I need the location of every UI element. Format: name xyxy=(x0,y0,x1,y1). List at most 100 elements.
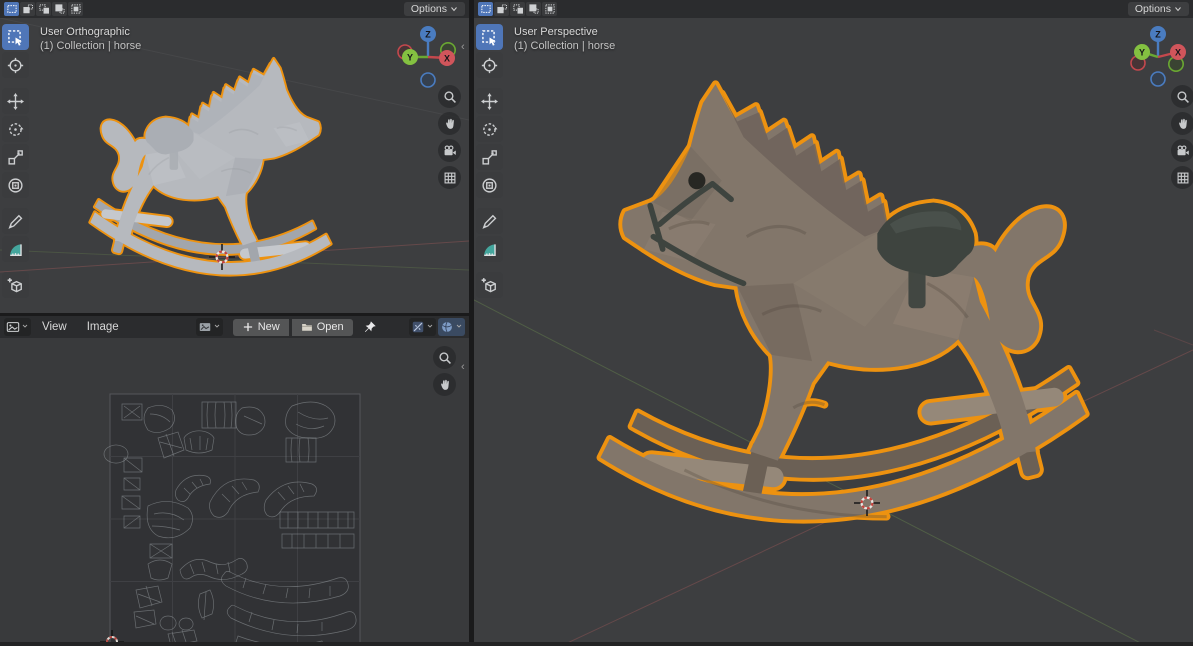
chevron-down-icon xyxy=(450,5,458,13)
pan-hand-button-hand-icon[interactable] xyxy=(438,112,461,135)
display-channels-dropdown[interactable] xyxy=(409,318,436,336)
grid-ortho-button-grid-icon[interactable] xyxy=(1171,166,1193,189)
chevron-down-icon xyxy=(426,322,434,330)
view-mode-label: User Perspective xyxy=(514,25,615,39)
chevron-down-icon xyxy=(21,322,29,330)
svg-text:X: X xyxy=(1175,48,1181,58)
image-display-sphere-icon xyxy=(440,320,454,334)
plus-icon xyxy=(242,321,254,333)
select-mode-extend-sel-extend-icon[interactable] xyxy=(494,2,509,16)
uv-layout xyxy=(0,338,469,646)
pin-icon-button[interactable] xyxy=(363,320,377,334)
options-dropdown[interactable]: Options xyxy=(404,2,465,16)
zoom-button-zoom-icon[interactable] xyxy=(438,85,461,108)
chevron-down-icon xyxy=(1174,5,1182,13)
options-label: Options xyxy=(411,3,447,15)
display-channels-icon xyxy=(411,320,425,334)
scene-object-horse-textured[interactable] xyxy=(560,50,1120,610)
options-dropdown[interactable]: Options xyxy=(1128,2,1189,16)
editor-divider-vertical[interactable] xyxy=(469,0,474,646)
move-tool-move-icon[interactable] xyxy=(476,88,503,114)
transform-tool-transform-icon[interactable] xyxy=(476,172,503,198)
rotate-tool-rotate-icon[interactable] xyxy=(2,116,29,142)
select-mode-invert-sel-invert-icon[interactable] xyxy=(52,2,67,16)
uv-nav-buttons xyxy=(433,346,456,396)
zoom-button-zoom-icon[interactable] xyxy=(433,346,456,369)
new-button-label: New xyxy=(258,321,280,333)
svg-text:Y: Y xyxy=(407,53,413,63)
open-image-button[interactable]: Open xyxy=(292,319,353,336)
transform-tool-transform-icon[interactable] xyxy=(2,172,29,198)
select-box-tool-select-box-icon[interactable] xyxy=(2,24,29,50)
move-tool-move-icon[interactable] xyxy=(2,88,29,114)
select-mode-group xyxy=(478,2,557,16)
viewport-3d-perspective[interactable]: Options User Perspective (1) Collection … xyxy=(474,0,1193,646)
scale-tool-scale-icon[interactable] xyxy=(476,144,503,170)
svg-text:X: X xyxy=(444,54,450,64)
select-box-tool-select-box-icon[interactable] xyxy=(476,24,503,50)
viewport-header: Options xyxy=(0,0,469,18)
editor-divider-horizontal[interactable] xyxy=(0,313,469,316)
window-bottom-edge xyxy=(0,642,1193,646)
viewport-info-text: User Orthographic (1) Collection | horse xyxy=(40,25,141,53)
select-mode-extend-sel-extend-icon[interactable] xyxy=(20,2,35,16)
select-mode-new-sel-new-icon[interactable] xyxy=(4,2,19,16)
image-datablock-selector[interactable] xyxy=(196,318,223,336)
folder-icon xyxy=(301,321,313,333)
measure-tool-measure-icon[interactable] xyxy=(476,236,503,262)
options-label: Options xyxy=(1135,3,1171,15)
collection-label: (1) Collection | horse xyxy=(514,39,615,53)
svg-text:Z: Z xyxy=(425,30,431,40)
annotate-tool-annotate-icon[interactable] xyxy=(476,208,503,234)
add-cube-tool-add-cube-icon[interactable] xyxy=(2,272,29,298)
svg-text:Y: Y xyxy=(1139,48,1145,58)
open-button-label: Open xyxy=(317,321,344,333)
uv-editor-header: View Image New Open xyxy=(0,316,469,338)
viewport-3d-orthographic[interactable]: Options User Orthographic (1) Collection… xyxy=(0,0,469,313)
tool-shelf xyxy=(476,24,503,298)
image-browse-icon xyxy=(198,320,212,334)
select-mode-intersect-sel-intersect-icon[interactable] xyxy=(542,2,557,16)
sidebar-toggle-arrow[interactable]: ‹ xyxy=(461,42,465,52)
cursor-tool-cursor-icon[interactable] xyxy=(476,52,503,78)
viewport-info-text: User Perspective (1) Collection | horse xyxy=(514,25,615,53)
uv-canvas[interactable] xyxy=(0,338,469,646)
cursor-tool-cursor-icon[interactable] xyxy=(2,52,29,78)
viewport-header: Options xyxy=(474,0,1193,18)
add-cube-tool-add-cube-icon[interactable] xyxy=(476,272,503,298)
zoom-button-zoom-icon[interactable] xyxy=(1171,85,1193,108)
viewport-nav-buttons xyxy=(1171,85,1193,189)
image-editor-icon xyxy=(6,320,20,334)
rotate-tool-rotate-icon[interactable] xyxy=(476,116,503,142)
image-display-settings[interactable] xyxy=(438,318,465,336)
select-mode-group xyxy=(4,2,83,16)
camera-view-button-camera-icon[interactable] xyxy=(438,139,461,162)
menu-image[interactable]: Image xyxy=(78,321,128,333)
scale-tool-scale-icon[interactable] xyxy=(2,144,29,170)
uv-image-editor[interactable]: View Image New Open xyxy=(0,316,469,646)
select-mode-invert-sel-invert-icon[interactable] xyxy=(526,2,541,16)
select-mode-new-sel-new-icon[interactable] xyxy=(478,2,493,16)
measure-tool-measure-icon[interactable] xyxy=(2,236,29,262)
camera-view-button-camera-icon[interactable] xyxy=(1171,139,1193,162)
editor-type-selector[interactable] xyxy=(4,318,31,336)
viewport-nav-buttons xyxy=(438,85,461,189)
menu-view[interactable]: View xyxy=(33,321,76,333)
cursor-3d xyxy=(854,490,880,516)
select-mode-subtract-sel-subtract-icon[interactable] xyxy=(510,2,525,16)
new-image-button[interactable]: New xyxy=(233,319,289,336)
tool-shelf xyxy=(2,24,29,298)
view-mode-label: User Orthographic xyxy=(40,25,141,39)
select-mode-subtract-sel-subtract-icon[interactable] xyxy=(36,2,51,16)
collection-label: (1) Collection | horse xyxy=(40,39,141,53)
navigation-gizmo[interactable]: Z Y X xyxy=(392,21,464,93)
select-mode-intersect-sel-intersect-icon[interactable] xyxy=(68,2,83,16)
grid-ortho-button-grid-icon[interactable] xyxy=(438,166,461,189)
pin-icon xyxy=(363,320,377,334)
sidebar-toggle-arrow[interactable]: ‹ xyxy=(461,362,465,372)
pan-hand-button-hand-icon[interactable] xyxy=(433,373,456,396)
navigation-gizmo[interactable]: Z Y X xyxy=(1122,21,1193,93)
annotate-tool-annotate-icon[interactable] xyxy=(2,208,29,234)
cursor-3d xyxy=(209,244,235,270)
pan-hand-button-hand-icon[interactable] xyxy=(1171,112,1193,135)
